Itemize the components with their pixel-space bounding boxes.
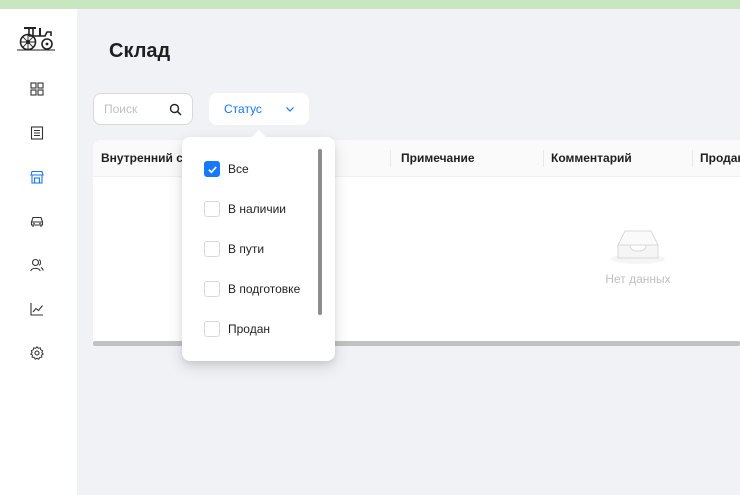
page-title: Склад (109, 40, 171, 62)
search-icon[interactable] (169, 103, 182, 116)
column-header-internal[interactable]: Внутренний с (93, 140, 183, 177)
status-option-in-preparation[interactable]: В подготовке (204, 279, 300, 299)
status-option-sold[interactable]: Продан (204, 319, 270, 339)
checkbox[interactable] (204, 281, 220, 297)
status-option-label: Продан (228, 322, 271, 336)
status-filter-label: Статус (224, 102, 262, 116)
checkbox[interactable] (204, 321, 220, 337)
tractor-logo[interactable] (17, 25, 55, 51)
column-header-comment[interactable]: Комментарий (543, 140, 632, 177)
status-option-in-transit[interactable]: В пути (204, 239, 264, 259)
store-icon (30, 170, 44, 184)
search-input[interactable] (104, 102, 166, 116)
status-filter-select[interactable]: Статус (209, 93, 309, 125)
sidebar-item-analytics[interactable] (27, 299, 47, 319)
dashboard-grid-icon (30, 82, 44, 96)
column-header-sold[interactable]: Продан (692, 140, 740, 177)
dropdown-scrollbar[interactable] (318, 149, 322, 315)
checkbox[interactable] (204, 241, 220, 257)
sidebar-item-clients[interactable] (27, 255, 47, 275)
sidebar-item-orders[interactable] (27, 123, 47, 143)
search-box[interactable] (93, 93, 193, 125)
sidebar-item-cars[interactable] (27, 211, 47, 231)
checkbox[interactable] (204, 201, 220, 217)
chevron-down-icon (286, 107, 294, 112)
users-icon (30, 258, 44, 272)
status-option-label: В пути (228, 242, 265, 256)
check-icon (207, 165, 217, 173)
sidebar (0, 9, 77, 495)
chart-line-icon (30, 303, 43, 316)
top-accent-bar (0, 0, 740, 9)
status-option-label: В наличии (228, 202, 287, 216)
status-option-label: Все (228, 162, 249, 176)
status-option-in-stock[interactable]: В наличии (204, 199, 286, 219)
column-header-note[interactable]: Примечание (393, 140, 475, 177)
settings-gear-icon (30, 346, 44, 360)
status-option-all[interactable]: Все (204, 159, 249, 179)
main-content: Склад Статус Внутренний с Примечание Ком… (77, 9, 740, 495)
empty-inbox-icon (611, 230, 665, 264)
list-document-icon (30, 126, 44, 140)
sidebar-item-settings[interactable] (27, 343, 47, 363)
tractor-icon (17, 27, 55, 51)
sidebar-item-dashboard[interactable] (27, 79, 47, 99)
checkbox-checked[interactable] (204, 161, 220, 177)
empty-state: Нет данных (593, 223, 683, 286)
empty-text: Нет данных (605, 272, 671, 286)
status-option-label: В подготовке (228, 282, 301, 296)
sidebar-item-warehouse[interactable] (27, 167, 47, 187)
column-divider (390, 150, 391, 167)
status-dropdown: Все В наличии В пути В подготовке Продан (182, 137, 335, 361)
car-icon (30, 216, 44, 227)
